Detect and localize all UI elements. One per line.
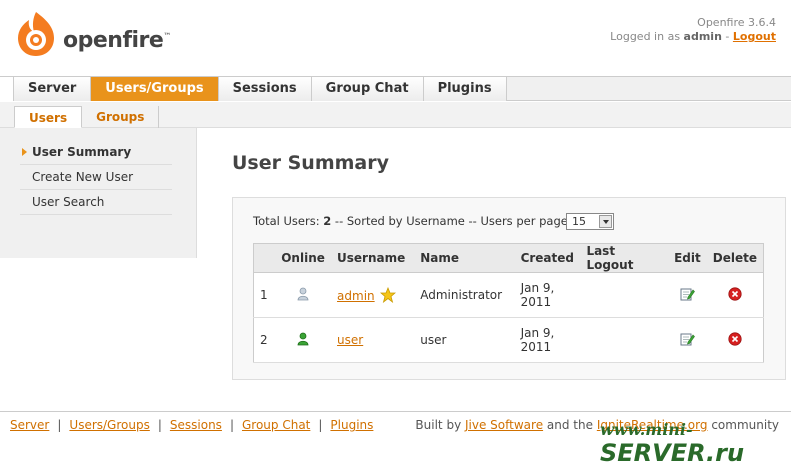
user-offline-icon [297, 287, 309, 300]
sidebar-item-user-search[interactable]: User Search [20, 190, 172, 215]
logo-tm: ™ [163, 31, 171, 41]
version-label: Openfire 3.6.4 [697, 16, 776, 29]
watermark-big: SERVER.ru [600, 439, 745, 467]
user-summary-panel: Total Users: 2 -- Sorted by Username -- … [232, 197, 786, 380]
edit-icon[interactable] [679, 286, 696, 302]
table-header-row: Online Username Name Created Last Logout… [253, 243, 764, 273]
col-number [253, 243, 276, 273]
col-username[interactable]: Username [331, 243, 415, 273]
logo-name: openfire [63, 28, 164, 53]
summary-line: Total Users: 2 -- Sorted by Username -- … [253, 214, 572, 228]
chevron-down-icon[interactable] [599, 215, 612, 228]
main-nav: Server Users/Groups Sessions Group Chat … [0, 76, 791, 101]
delete-icon[interactable] [728, 286, 742, 301]
row-number: 2 [253, 317, 276, 363]
col-online[interactable]: Online [275, 243, 332, 273]
total-users-count: 2 [323, 214, 332, 228]
logo-text: openfire™ [63, 28, 171, 53]
admin-star-icon [380, 286, 397, 304]
sidebar-item-create-new-user[interactable]: Create New User [20, 165, 172, 190]
col-delete: Delete [706, 243, 764, 273]
logged-in-prefix: Logged in as [610, 30, 681, 43]
per-page-value: 15 [572, 215, 586, 228]
delete-cell [706, 317, 764, 363]
header: openfire™ Openfire 3.6.4 Logged in as ad… [0, 0, 791, 76]
total-users-label: Total Users: [253, 214, 320, 228]
col-last-logout[interactable]: Last Logout [580, 243, 669, 273]
tab-plugins[interactable]: Plugins [423, 77, 507, 101]
footer-link-server[interactable]: Server [10, 418, 49, 432]
delete-icon[interactable] [728, 331, 742, 346]
subtab-users[interactable]: Users [14, 106, 83, 128]
logout-link[interactable]: Logout [733, 30, 776, 43]
users-per-page-select[interactable]: 15 [566, 213, 614, 230]
tab-group-chat[interactable]: Group Chat [311, 77, 424, 101]
sort-info: -- Sorted by Username -- Users per page: [334, 214, 572, 228]
built-by-text: Built by [415, 418, 462, 432]
col-created[interactable]: Created [514, 243, 581, 273]
table-row: 1 admin Administrator Jan 9, 2011 [253, 272, 764, 318]
tab-sessions[interactable]: Sessions [218, 77, 312, 101]
page-title: User Summary [232, 152, 389, 174]
last-logout-cell [580, 272, 669, 318]
last-logout-cell [580, 317, 669, 363]
username-link[interactable]: admin [337, 289, 375, 303]
watermark-prefix: www.mini- [600, 420, 693, 439]
name-cell: user [414, 317, 515, 363]
footer-sep: | [229, 418, 234, 432]
edit-cell [668, 272, 707, 318]
current-username: admin [683, 30, 722, 43]
openfire-flame-icon [18, 12, 54, 56]
row-number: 1 [253, 272, 276, 318]
sidebar-menu: User Summary Create New User User Search [20, 140, 172, 215]
table-row: 2 user user Jan 9, 2011 [253, 317, 764, 363]
username-cell: user [331, 317, 415, 363]
tab-users-groups[interactable]: Users/Groups [91, 77, 219, 101]
col-name[interactable]: Name [414, 243, 515, 273]
user-online-icon [297, 332, 309, 345]
login-info: Logged in as admin - Logout [610, 30, 776, 43]
jive-software-link[interactable]: Jive Software [465, 418, 543, 432]
sidebar-item-user-summary[interactable]: User Summary [20, 140, 172, 165]
footer-sep: | [318, 418, 323, 432]
watermark: www.mini-SERVER.ru [600, 420, 791, 467]
edit-icon[interactable] [679, 331, 696, 347]
and-the-text: and the [546, 418, 593, 432]
nav-spacer [0, 77, 14, 101]
created-cell: Jan 9, 2011 [514, 317, 581, 363]
users-table: Online Username Name Created Last Logout… [253, 243, 764, 363]
col-edit: Edit [668, 243, 707, 273]
sidebar: User Summary Create New User User Search [0, 128, 197, 258]
login-separator: - [725, 30, 730, 43]
delete-cell [706, 272, 764, 318]
tab-server[interactable]: Server [14, 77, 92, 101]
footer-link-users-groups[interactable]: Users/Groups [69, 418, 149, 432]
name-cell: Administrator [414, 272, 515, 318]
online-status [275, 272, 332, 318]
subtab-groups[interactable]: Groups [82, 106, 160, 128]
edit-cell [668, 317, 707, 363]
footer-sep: | [157, 418, 162, 432]
footer-link-sessions[interactable]: Sessions [170, 418, 222, 432]
footer-link-group-chat[interactable]: Group Chat [242, 418, 310, 432]
footer-links: Server | Users/Groups | Sessions | Group Chat |… [10, 418, 373, 432]
sub-nav-tabs: Users Groups [14, 106, 160, 128]
username-cell: admin [331, 272, 415, 318]
created-cell: Jan 9, 2011 [514, 272, 581, 318]
online-status [275, 317, 332, 363]
footer-link-plugins[interactable]: Plugins [330, 418, 373, 432]
sub-nav: Users Groups [0, 102, 791, 128]
main-nav-tabs: Server Users/Groups Sessions Group Chat … [14, 77, 507, 101]
footer-sep: | [57, 418, 62, 432]
username-link[interactable]: user [337, 333, 363, 347]
